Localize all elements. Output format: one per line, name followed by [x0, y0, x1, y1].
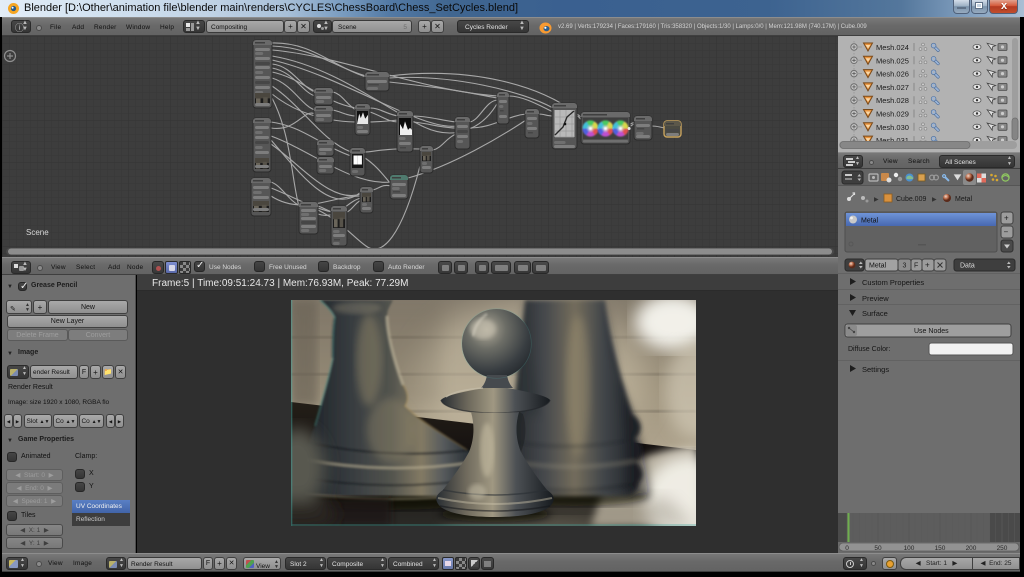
svg-text:250: 250	[997, 545, 1008, 552]
svg-text:Mesh.029: Mesh.029	[876, 110, 909, 119]
svg-text:F: F	[914, 263, 918, 270]
svg-text:Data: Data	[960, 263, 975, 270]
svg-text:Custom Properties: Custom Properties	[862, 278, 924, 287]
svg-text:Mesh.027: Mesh.027	[876, 83, 909, 92]
svg-text:Cube.009: Cube.009	[896, 196, 926, 203]
svg-text:Surface: Surface	[862, 309, 888, 318]
svg-text:Mesh.024: Mesh.024	[876, 43, 909, 52]
svg-text:Use Nodes: Use Nodes	[914, 328, 949, 335]
svg-text:−: −	[1004, 228, 1009, 237]
svg-text:50: 50	[874, 545, 882, 552]
svg-text:Metal: Metal	[955, 196, 973, 203]
svg-text:Mesh.028: Mesh.028	[876, 96, 909, 105]
svg-text:Metal: Metal	[861, 218, 879, 225]
svg-text:3: 3	[903, 263, 907, 270]
svg-text:Mesh.025: Mesh.025	[876, 56, 909, 65]
svg-text:Diffuse Color:: Diffuse Color:	[848, 346, 890, 353]
svg-text:+: +	[1004, 214, 1009, 223]
svg-text:+: +	[925, 261, 930, 270]
svg-text:▶: ▶	[874, 197, 879, 203]
svg-text:Mesh.026: Mesh.026	[876, 70, 909, 79]
svg-text:200: 200	[966, 545, 977, 552]
svg-text:Scene: Scene	[26, 228, 49, 237]
svg-text:Metal: Metal	[869, 263, 887, 270]
svg-text:Mesh.030: Mesh.030	[876, 123, 909, 132]
svg-text:Preview: Preview	[862, 294, 889, 303]
svg-text:150: 150	[935, 545, 946, 552]
svg-text:Settings: Settings	[862, 365, 889, 374]
svg-text:0: 0	[845, 545, 849, 552]
svg-text:▶: ▶	[932, 197, 937, 203]
svg-text:100: 100	[904, 545, 915, 552]
